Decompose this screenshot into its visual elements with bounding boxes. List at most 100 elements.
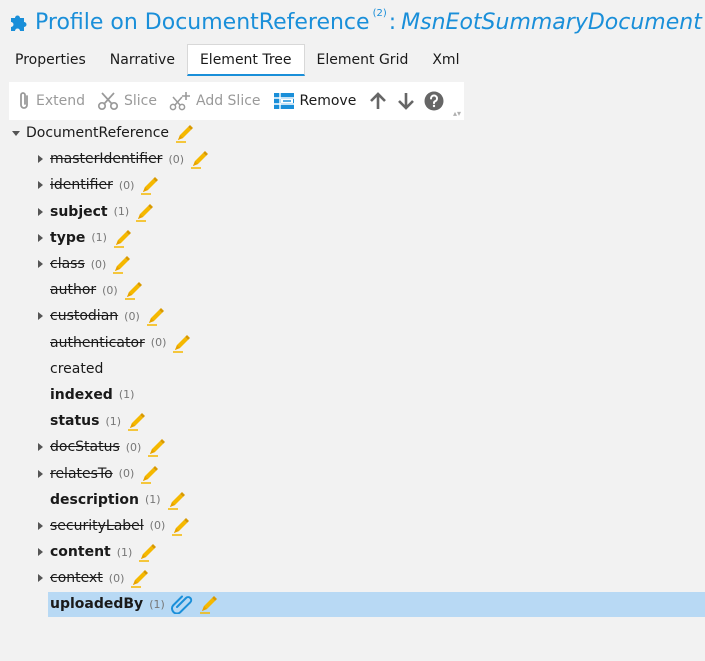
tree-row[interactable]: description (1)	[0, 487, 705, 513]
tree-row[interactable]: docStatus (0)	[0, 434, 705, 460]
cardinality-count: (0)	[108, 571, 125, 585]
tree-row[interactable]: indexed (1)	[0, 382, 705, 408]
expand-arrow-icon[interactable]	[34, 310, 46, 322]
toolbar-overflow-icon[interactable]: ▴▾	[453, 109, 461, 118]
tree-row[interactable]: securityLabel (0)	[0, 513, 705, 539]
tree-item-label: class	[50, 256, 85, 273]
add-slice-button[interactable]: Add Slice	[169, 86, 261, 116]
tree-item-label: description	[50, 491, 139, 508]
tree-item-label: status	[50, 413, 100, 430]
edit-pen-icon	[112, 254, 132, 274]
expand-arrow-icon[interactable]	[34, 206, 46, 218]
remove-button[interactable]: Remove	[273, 86, 356, 116]
tree-item-label: uploadedBy	[50, 596, 144, 613]
tree-row[interactable]: content (1)	[0, 539, 705, 565]
edit-pen-icon	[172, 333, 192, 353]
tree-item-label: masterIdentifier	[50, 151, 163, 168]
tree-item-label: content	[50, 544, 111, 561]
move-up-icon[interactable]	[368, 91, 388, 111]
tree-row[interactable]: context (0)	[0, 565, 705, 591]
expand-arrow-icon[interactable]	[34, 572, 46, 584]
edit-pen-icon	[130, 568, 150, 589]
cardinality-count: (1)	[144, 493, 161, 507]
tree-row[interactable]: subject (1)	[0, 199, 705, 225]
expand-arrow-icon[interactable]	[34, 546, 46, 558]
profile-name: MsnEotSummaryDocument	[401, 9, 702, 35]
edit-pen-icon	[135, 202, 155, 222]
tree-item-label: securityLabel	[50, 517, 144, 534]
cardinality-count: (0)	[102, 283, 118, 297]
tree-row[interactable]: status (1)	[0, 408, 705, 434]
element-tree: DocumentReference masterIdentifier (0) ide…	[0, 120, 705, 618]
tab-element-grid[interactable]: Element Grid	[305, 44, 421, 76]
expand-arrow-icon[interactable]	[34, 153, 46, 165]
expand-arrow-icon[interactable]	[34, 441, 46, 453]
tree-row[interactable]: class (0)	[0, 251, 705, 277]
cardinality-count: (0)	[118, 467, 135, 481]
edit-pen-icon	[113, 228, 133, 248]
cardinality-count: (0)	[149, 519, 166, 533]
tree-root-row[interactable]: DocumentReference	[0, 120, 705, 146]
tab-xml[interactable]: Xml	[420, 44, 471, 76]
edit-pen-icon	[199, 594, 219, 615]
tree-item-label: identifier	[50, 177, 113, 194]
slice-button[interactable]: Slice	[97, 86, 157, 116]
tree-row[interactable]: authenticator (0)	[0, 330, 705, 356]
slice-label: Slice	[124, 93, 157, 109]
tree-children: masterIdentifier (0) identifier (0) subject (…	[0, 146, 705, 617]
edit-pen-icon	[138, 542, 158, 562]
cardinality-count: (1)	[113, 205, 130, 219]
edit-pen-icon	[140, 175, 160, 196]
tree-item-label: created	[50, 360, 104, 377]
tree-item-label: author	[50, 282, 97, 299]
tree-row[interactable]: relatesTo (0)	[0, 460, 705, 486]
tree-row[interactable]: custodian (0)	[0, 303, 705, 329]
expand-arrow-icon[interactable]	[34, 179, 46, 191]
help-icon[interactable]	[424, 91, 444, 111]
tree-row[interactable]: masterIdentifier (0)	[0, 146, 705, 172]
tree-item-label: custodian	[50, 308, 119, 325]
tab-narrative[interactable]: Narrative	[98, 44, 187, 76]
move-down-icon[interactable]	[396, 91, 416, 111]
extend-button[interactable]: Extend	[17, 86, 85, 116]
add-slice-label: Add Slice	[195, 93, 261, 109]
page-title: Profile on DocumentReference (2) : MsnEo…	[8, 6, 702, 38]
tree-item-label: docStatus	[50, 439, 120, 456]
paperclip-icon	[170, 594, 193, 615]
edit-pen-icon	[171, 516, 191, 536]
tree-item-label: authenticator	[50, 334, 145, 351]
tree-row[interactable]: author (0)	[0, 277, 705, 303]
tree-item-label: relatesTo	[50, 465, 113, 482]
cardinality-count: (1)	[105, 414, 122, 428]
edit-pen-icon	[190, 149, 210, 170]
paperclip-icon	[17, 91, 31, 111]
cardinality-count: (0)	[118, 178, 135, 192]
title-superscript: (2)	[372, 7, 387, 19]
expand-arrow-icon[interactable]	[34, 520, 46, 532]
tab-properties[interactable]: Properties	[0, 44, 98, 76]
edit-pen-icon	[146, 306, 166, 327]
cardinality-count: (0)	[124, 309, 140, 323]
tab-element-tree[interactable]: Element Tree	[186, 44, 305, 76]
expand-arrow-icon[interactable]	[34, 258, 46, 270]
edit-pen-icon	[124, 280, 144, 300]
cardinality-count: (1)	[116, 545, 133, 559]
edit-pen-icon	[175, 123, 195, 143]
expand-arrow-icon[interactable]	[34, 232, 46, 244]
toolbar: Extend Slice Add Slice Remove ▴▾	[9, 82, 464, 120]
expand-arrow-icon[interactable]	[34, 468, 46, 480]
title-main: Profile on DocumentReference	[35, 9, 370, 35]
cardinality-count: (1)	[91, 231, 107, 245]
tree-row[interactable]: identifier (0)	[0, 172, 705, 198]
tree-item-label: type	[50, 229, 86, 246]
tree-row[interactable]: type (1)	[0, 225, 705, 251]
tree-row[interactable]: uploadedBy (1)	[0, 591, 705, 617]
tree-row[interactable]: created	[0, 356, 705, 382]
puzzle-piece-icon	[8, 11, 30, 33]
cardinality-count: (1)	[149, 597, 165, 611]
tree-item-label: indexed	[50, 386, 113, 403]
collapse-arrow-icon[interactable]	[10, 127, 22, 139]
scissors-icon	[97, 91, 119, 111]
edit-pen-icon	[127, 411, 147, 431]
add-scissors-icon	[169, 91, 191, 111]
